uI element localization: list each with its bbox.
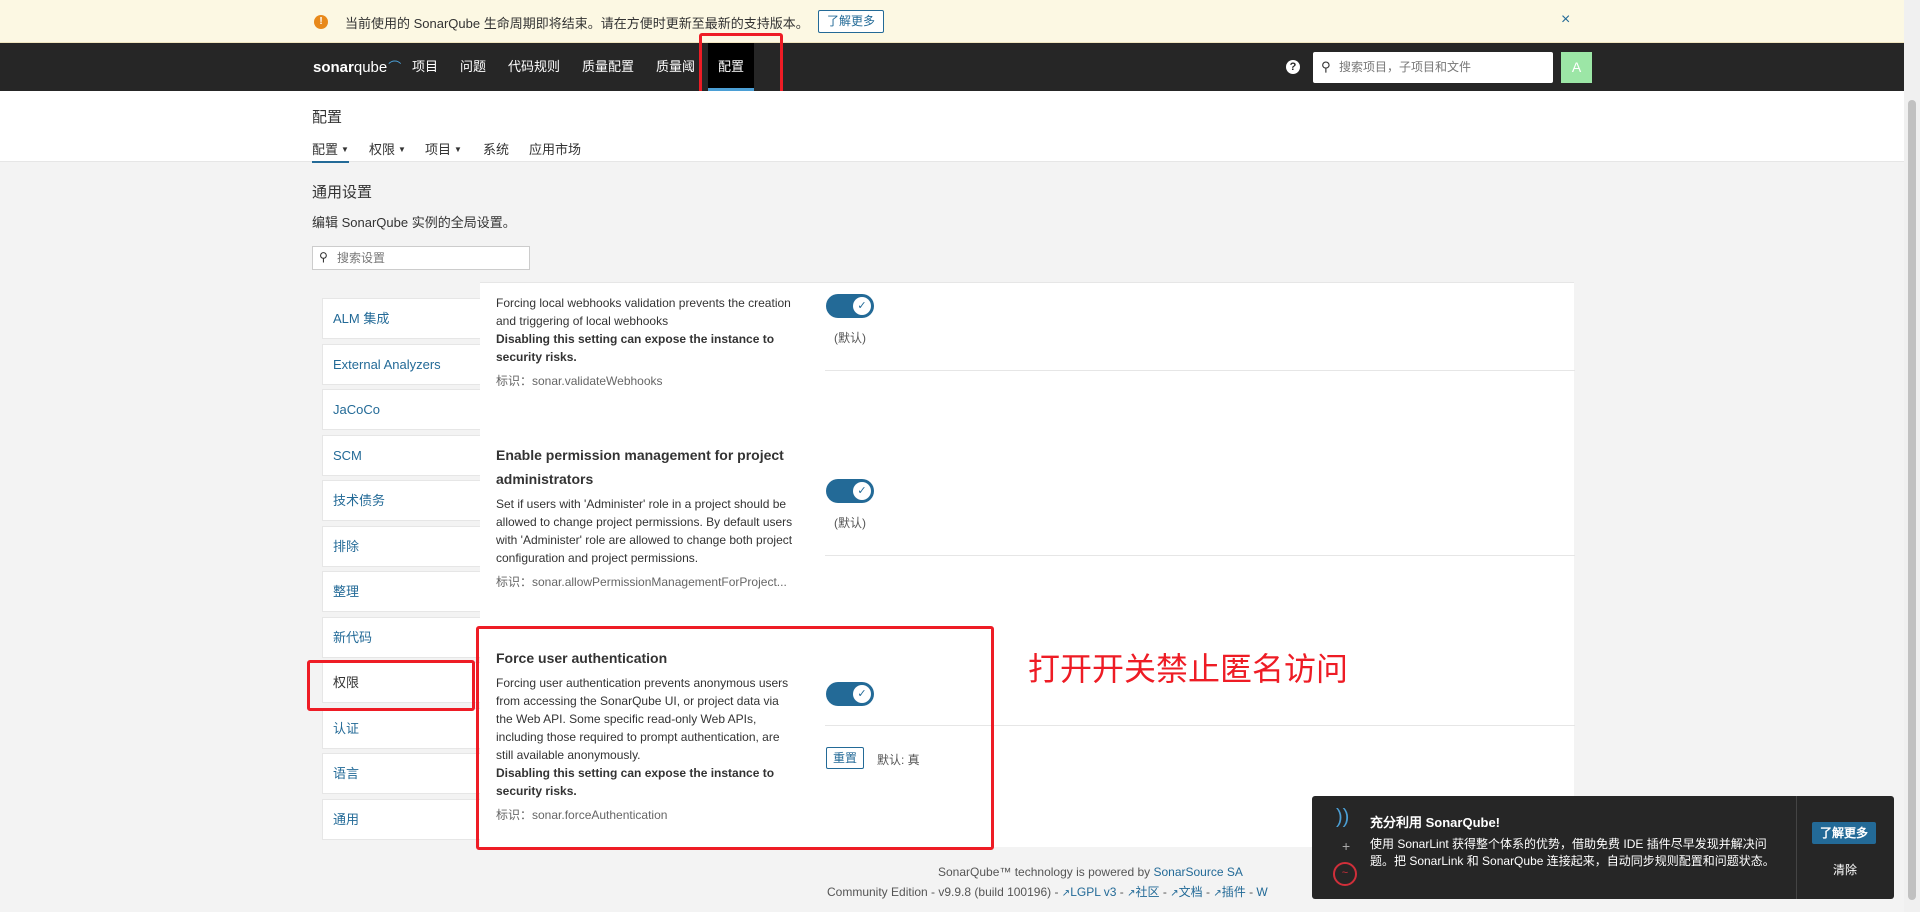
banner-learn-more-button[interactable]: 了解更多 [818,10,885,33]
logo-waves-icon: ⌒ [388,60,402,75]
toast-dismiss-button[interactable]: 清除 [1833,861,1857,878]
sonarlint-waves-icon: )) [1336,806,1350,828]
banner-message: 当前使用的 SonarQube 生命周期即将结束。请在方便时更新至最新的支持版本… [345,16,809,31]
sidebar-item-external-analyzers[interactable]: External Analyzers [322,344,482,385]
sidebar-item-scm[interactable]: SCM [322,435,482,476]
annotation-text: 打开开关禁止匿名访问 [1028,650,1349,688]
section-description: 编辑 SonarQube 实例的全局设置。 [312,215,516,230]
help-icon[interactable]: ? [1286,60,1300,74]
highlight-force-authentication [476,626,994,850]
caret-down-icon: ▼ [341,145,349,154]
sidebar-item-housekeeping[interactable]: 整理 [322,571,482,612]
setting-key: 标识：sonar.validateWebhooks [496,374,663,388]
permission-management-toggle[interactable]: ✓ [826,479,874,503]
search-icon: ⚲ [1321,59,1331,74]
sidebar-item-authentication[interactable]: 认证 [322,708,482,749]
setting-warning: Disabling this setting can expose the in… [496,332,775,364]
nav-issues[interactable]: 问题 [460,43,486,91]
sidebar-item-new-code[interactable]: 新代码 [322,617,482,658]
settings-search-input[interactable] [335,249,525,267]
default-note: (默认) [834,331,866,345]
caret-down-icon: ▼ [454,145,462,154]
global-search[interactable]: ⚲ [1313,52,1553,83]
default-note: (默认) [834,516,866,530]
setting-key: 标识：sonar.allowPermissionManagementForPro… [496,575,787,589]
sidebar-item-tech-debt[interactable]: 技术债务 [322,480,482,521]
search-icon: ⚲ [319,250,328,264]
toast-title: 充分利用 SonarQube! [1370,815,1501,830]
check-icon: ✓ [853,297,871,315]
subnav-configuration[interactable]: 配置 ▼ [312,139,349,163]
external-link-icon: ↗ [1061,888,1071,899]
scrollbar-thumb[interactable] [1908,100,1916,900]
sonarlint-promo-toast: )) + ~ 充分利用 SonarQube! 使用 SonarLint 获得整个… [1312,796,1894,899]
nav-quality-gates[interactable]: 质量阈 [656,43,695,91]
warning-icon: ! [314,15,328,29]
subnav-system[interactable]: 系统 [483,139,509,158]
nav-projects[interactable]: 项目 [412,43,438,91]
sidebar-item-exclusions[interactable]: 排除 [322,526,482,567]
highlight-sidebar-security [307,660,475,711]
truncated-link[interactable]: W [1256,885,1267,899]
external-link-icon: ↗ [1127,888,1136,899]
sidebar-item-languages[interactable]: 语言 [322,753,482,794]
setting-validate-webhooks: Forcing local webhooks validation preven… [496,290,796,389]
global-search-input[interactable] [1337,56,1547,78]
avatar[interactable]: A [1561,52,1592,83]
page-scrollbar[interactable] [1904,0,1920,912]
nav-quality-profiles[interactable]: 质量配置 [582,43,634,91]
toast-learn-more-button[interactable]: 了解更多 [1812,822,1877,844]
close-icon[interactable]: × [1561,11,1570,29]
subnav-projects[interactable]: 项目 ▼ [425,139,462,158]
sonarsource-link[interactable]: SonarSource SA [1153,865,1242,879]
settings-search[interactable]: ⚲ [312,246,530,270]
footer-powered: SonarQube™ technology is powered by Sona… [938,865,1243,879]
community-link[interactable]: 社区 [1136,885,1160,899]
divider [825,555,1575,556]
divider [825,370,1575,371]
sidebar-item-jacoco[interactable]: JaCoCo [322,389,482,430]
plus-icon: + [1342,838,1351,854]
check-icon: ✓ [853,482,871,500]
nav-rules[interactable]: 代码规则 [508,43,560,91]
top-navbar: sonarqube⌒ 项目 问题 代码规则 质量配置 质量阈 配置 ? ⚲ A [0,43,1904,91]
subnav-marketplace[interactable]: 应用市场 [529,139,581,158]
lifecycle-banner: ! 当前使用的 SonarQube 生命周期即将结束。请在方便时更新至最新的支持… [0,0,1904,43]
setting-title: Enable permission management for project… [496,447,784,487]
footer-version: Community Edition - v9.9.8 (build 100196… [827,885,1268,899]
toast-divider [1796,796,1797,899]
caret-down-icon: ▼ [398,145,406,154]
sidebar-item-general[interactable]: 通用 [322,799,482,840]
page-header: 配置 配置 ▼ 权限 ▼ 项目 ▼ 系统 应用市场 [0,91,1904,163]
sidebar-item-alm[interactable]: ALM 集成 [322,298,482,339]
sonarqube-logo[interactable]: sonarqube⌒ [313,57,401,76]
subnav-security[interactable]: 权限 ▼ [369,139,406,158]
setting-description: Forcing local webhooks validation preven… [496,296,791,328]
validate-webhooks-toggle[interactable]: ✓ [826,294,874,318]
page-title: 配置 [312,109,343,126]
sonarlint-icon: ~ [1333,862,1357,886]
setting-description: Set if users with 'Administer' role in a… [496,497,793,565]
section-title: 通用设置 [312,184,373,201]
plugins-link[interactable]: 插件 [1222,885,1246,899]
setting-permission-management: Enable permission management for project… [496,443,796,590]
toast-body: 使用 SonarLint 获得整个体系的优势，借助免费 IDE 插件尽早发现并解… [1370,837,1775,868]
docs-link[interactable]: 文档 [1179,885,1203,899]
external-link-icon: ↗ [1213,888,1222,899]
license-link[interactable]: LGPL v3 [1070,885,1116,899]
external-link-icon: ↗ [1170,888,1179,899]
